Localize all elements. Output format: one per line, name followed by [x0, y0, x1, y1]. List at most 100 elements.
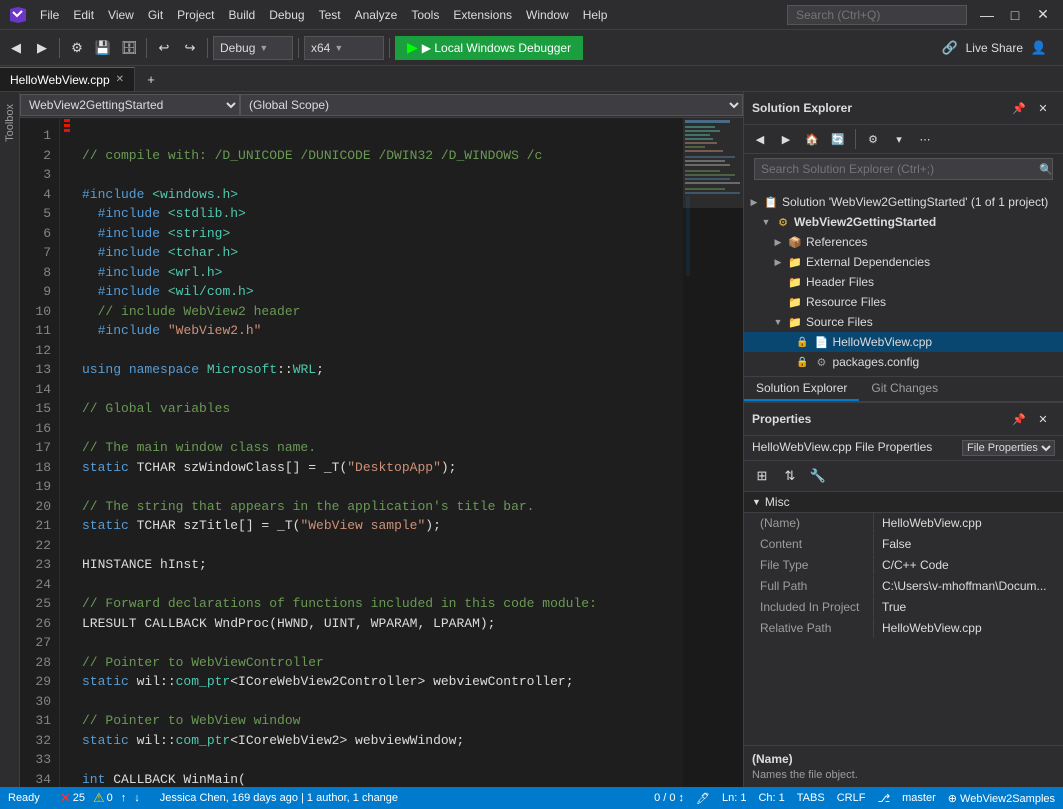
- menu-test[interactable]: Test: [313, 6, 347, 24]
- right-panel: Solution Explorer 📌 ✕ ◀ ▶ 🏠 🔄 ⚙ ▾ ⋯ 🔍: [743, 92, 1063, 787]
- tree-item-references[interactable]: ▶ 📦 References: [744, 232, 1063, 252]
- save-button[interactable]: 💾: [91, 36, 115, 60]
- tree-item-headerfiles[interactable]: ▶ 📁 Header Files: [744, 272, 1063, 292]
- project-label: WebView2GettingStarted: [794, 215, 936, 229]
- se-forward-button[interactable]: ▶: [774, 127, 798, 151]
- props-wrench-button[interactable]: 🔧: [806, 464, 830, 488]
- menu-bar: File Edit View Git Project Build Debug T…: [34, 6, 787, 24]
- status-ln: Ln: 1: [722, 792, 746, 804]
- status-samples[interactable]: ⊕ WebView2Samples: [948, 792, 1055, 805]
- status-branch[interactable]: master: [902, 792, 936, 804]
- live-share-button[interactable]: 🔗: [938, 36, 962, 60]
- se-props-button[interactable]: ⚙: [861, 127, 885, 151]
- properties-panel: Properties 📌 ✕ HelloWebView.cpp File Pro…: [744, 402, 1063, 787]
- back-button[interactable]: ◀: [4, 36, 28, 60]
- tree-item-hellowebview[interactable]: ▶ 🔒 📄 HelloWebView.cpp: [744, 332, 1063, 352]
- minimap[interactable]: [683, 118, 743, 787]
- prop-row-filetype: File Type C/C++ Code: [744, 555, 1063, 576]
- hellowebview-icon: 📄: [813, 334, 829, 350]
- status-down-arrow[interactable]: ↓: [134, 792, 140, 804]
- props-close-button[interactable]: ✕: [1031, 407, 1055, 431]
- account-button[interactable]: 👤: [1027, 36, 1051, 60]
- status-up-arrow[interactable]: ↑: [121, 792, 127, 804]
- se-close-button[interactable]: ✕: [1031, 96, 1055, 120]
- solution-label: Solution 'WebView2GettingStarted' (1 of …: [782, 195, 1048, 209]
- se-back-button[interactable]: ◀: [748, 127, 772, 151]
- code-content[interactable]: // compile with: /D_UNICODE /DUNICODE /D…: [74, 118, 683, 787]
- props-file-info: HelloWebView.cpp File Properties File Pr…: [744, 436, 1063, 461]
- status-bar: Ready ✕ 25 ⚠ 0 ↑ ↓ Jessica Chen, 169 day…: [0, 787, 1063, 809]
- prop-name-included: Included In Project: [744, 597, 874, 617]
- menu-build[interactable]: Build: [223, 6, 262, 24]
- tree-item-solution[interactable]: ▶ 📋 Solution 'WebView2GettingStarted' (1…: [744, 192, 1063, 212]
- menu-extensions[interactable]: Extensions: [447, 6, 518, 24]
- forward-button[interactable]: ▶: [30, 36, 54, 60]
- se-home-button[interactable]: 🏠: [800, 127, 824, 151]
- hellowebview-label: HelloWebView.cpp: [832, 335, 932, 349]
- menu-help[interactable]: Help: [577, 6, 614, 24]
- tree-item-extdeps[interactable]: ▶ 📁 External Dependencies: [744, 252, 1063, 272]
- tree-item-packages[interactable]: ▶ 🔒 ⚙ packages.config: [744, 352, 1063, 372]
- tab-solution-explorer[interactable]: Solution Explorer: [744, 377, 859, 401]
- menu-edit[interactable]: Edit: [67, 6, 100, 24]
- se-search-input[interactable]: [754, 158, 1053, 180]
- se-sync-button[interactable]: 🔄: [826, 127, 850, 151]
- prop-row-included: Included In Project True: [744, 597, 1063, 618]
- menu-debug[interactable]: Debug: [263, 6, 310, 24]
- se-toolbar: ◀ ▶ 🏠 🔄 ⚙ ▾ ⋯: [744, 125, 1063, 154]
- tree-item-sourcefiles[interactable]: ▼ 📁 Source Files: [744, 312, 1063, 332]
- menu-window[interactable]: Window: [520, 6, 575, 24]
- resourcefiles-icon: 📁: [787, 294, 803, 310]
- redo-button[interactable]: ↪: [178, 36, 202, 60]
- toolbar-separator-4: [298, 38, 299, 58]
- props-dropdown[interactable]: File Properties: [962, 440, 1055, 456]
- extdeps-label: External Dependencies: [806, 255, 930, 269]
- toolbar-separator-5: [389, 38, 390, 58]
- scope-dropdown[interactable]: (Global Scope): [240, 94, 743, 116]
- close-tab-icon[interactable]: ✕: [116, 74, 124, 85]
- title-search-input[interactable]: [787, 5, 967, 25]
- prop-name-fullpath: Full Path: [744, 576, 874, 596]
- minimize-button[interactable]: —: [975, 5, 999, 25]
- title-controls: — □ ✕: [975, 5, 1055, 25]
- props-pin-button[interactable]: 📌: [1007, 407, 1031, 431]
- se-options-button[interactable]: ⋯: [913, 127, 937, 151]
- tree-item-project[interactable]: ▼ ⚙ WebView2GettingStarted: [744, 212, 1063, 232]
- menu-file[interactable]: File: [34, 6, 65, 24]
- new-tab-button[interactable]: +: [139, 67, 163, 91]
- close-button[interactable]: ✕: [1031, 5, 1055, 25]
- undo-button[interactable]: ↩: [152, 36, 176, 60]
- editor-tab-hellowebview[interactable]: HelloWebView.cpp ✕: [0, 67, 135, 91]
- save-all-button[interactable]: 🗄: [117, 36, 141, 60]
- warning-count[interactable]: ⚠ 0: [93, 790, 113, 806]
- solution-configs-button[interactable]: ⚙: [65, 36, 89, 60]
- file-dropdown[interactable]: WebView2GettingStarted: [20, 94, 240, 116]
- toolbar-separator-1: [59, 38, 60, 58]
- menu-project[interactable]: Project: [171, 6, 220, 24]
- se-filter-button[interactable]: ▾: [887, 127, 911, 151]
- config-dropdown[interactable]: Debug ▼: [213, 36, 293, 60]
- vs-logo: [8, 5, 28, 25]
- live-share-label[interactable]: Live Share: [966, 41, 1023, 55]
- props-sort-button[interactable]: ⇅: [778, 464, 802, 488]
- tree-item-resourcefiles[interactable]: ▶ 📁 Resource Files: [744, 292, 1063, 312]
- toolbar-separator-2: [146, 38, 147, 58]
- error-count[interactable]: ✕ 25: [60, 790, 85, 806]
- tab-git-changes[interactable]: Git Changes: [859, 377, 950, 401]
- editor-pane: WebView2GettingStarted (Global Scope) 12…: [20, 92, 743, 787]
- code-area: 1234567891011121314151617181920212223242…: [20, 118, 743, 787]
- status-indicators: ✕ 25 ⚠ 0 ↑ ↓: [60, 790, 140, 806]
- menu-view[interactable]: View: [102, 6, 140, 24]
- run-debugger-button[interactable]: ▶ ▶ Local Windows Debugger: [395, 36, 583, 60]
- menu-tools[interactable]: Tools: [405, 6, 445, 24]
- props-grid-button[interactable]: ⊞: [750, 464, 774, 488]
- toolbox-label[interactable]: Toolbox: [4, 96, 16, 150]
- maximize-button[interactable]: □: [1003, 5, 1027, 25]
- menu-analyze[interactable]: Analyze: [349, 6, 404, 24]
- menu-git[interactable]: Git: [142, 6, 169, 24]
- platform-dropdown[interactable]: x64 ▼: [304, 36, 384, 60]
- se-pin-button[interactable]: 📌: [1007, 96, 1031, 120]
- tab-label: HelloWebView.cpp: [10, 73, 110, 87]
- project-icon: ⚙: [775, 214, 791, 230]
- section-misc-label: Misc: [765, 495, 790, 509]
